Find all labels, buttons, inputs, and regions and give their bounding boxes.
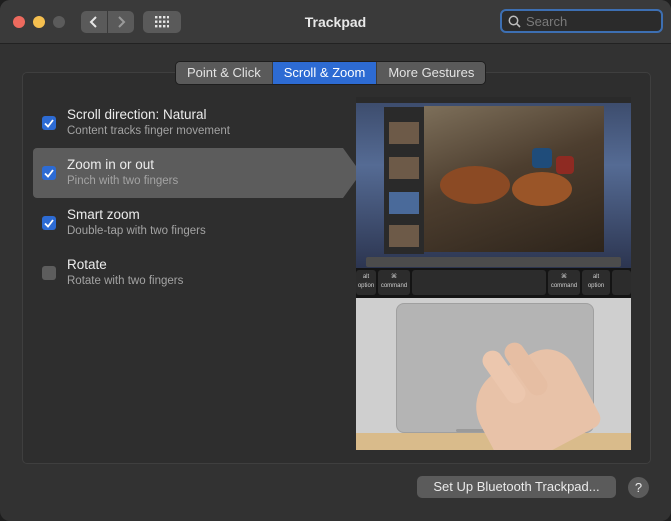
zoom-checkbox[interactable]	[42, 166, 56, 180]
key-top: alt	[592, 274, 600, 280]
option-title: Rotate	[67, 257, 107, 272]
option-title: Scroll direction: Natural	[67, 107, 207, 122]
setup-bluetooth-trackpad-button[interactable]: Set Up Bluetooth Trackpad...	[417, 476, 616, 498]
cup-shape	[556, 156, 574, 174]
option-subtitle: Content tracks finger movement	[67, 125, 230, 137]
option-subtitle: Pinch with two fingers	[67, 175, 179, 187]
preview-menubar	[356, 97, 631, 103]
key-top: ⌘	[391, 274, 397, 280]
cup-shape	[532, 148, 552, 168]
preview-photo	[424, 106, 604, 252]
tab-more-gestures[interactable]: More Gestures	[377, 62, 486, 84]
key-space	[412, 270, 546, 295]
preview-screen	[356, 97, 631, 268]
search-field[interactable]	[500, 9, 663, 33]
tab-point-click[interactable]: Point & Click	[176, 62, 273, 84]
key-command: ⌘ command	[548, 270, 580, 295]
key-command: ⌘ command	[378, 270, 410, 295]
key-bottom: option	[357, 283, 375, 289]
help-button[interactable]: ?	[628, 477, 649, 498]
preview-thumbnail	[389, 192, 419, 214]
bowl-shape	[512, 172, 572, 206]
key-option: alt option	[356, 270, 376, 295]
key-arrow	[612, 270, 631, 295]
preferences-window: Trackpad Point & Click Scroll & Zoom Mor…	[0, 0, 671, 521]
key-top: alt	[362, 274, 370, 280]
scroll-direction-checkbox[interactable]	[42, 116, 56, 130]
bowl-shape	[440, 166, 510, 204]
checkmark-icon	[44, 168, 54, 178]
option-zoom[interactable]: Zoom in or out Pinch with two fingers	[33, 148, 361, 198]
key-option: alt option	[582, 270, 610, 295]
key-bottom: option	[587, 283, 605, 289]
preview-dock	[366, 257, 621, 267]
search-icon	[508, 15, 521, 28]
checkmark-icon	[44, 118, 54, 128]
tab-bar: Point & Click Scroll & Zoom More Gesture…	[175, 61, 487, 85]
key-top: ⌘	[561, 274, 567, 280]
title-bar: Trackpad	[0, 0, 671, 44]
option-title: Smart zoom	[67, 207, 140, 222]
checkmark-icon	[44, 218, 54, 228]
key-bottom: command	[550, 283, 578, 289]
preview-thumbnail	[389, 157, 419, 179]
preview-sidebar	[384, 107, 424, 254]
gesture-preview: alt option ⌘ command ⌘ command alt option	[356, 97, 631, 450]
preview-thumbnail	[389, 225, 419, 247]
option-title: Zoom in or out	[67, 157, 155, 172]
option-smart-zoom[interactable]: Smart zoom Double-tap with two fingers	[33, 198, 343, 248]
option-scroll-direction[interactable]: Scroll direction: Natural Content tracks…	[33, 98, 343, 148]
option-rotate[interactable]: Rotate Rotate with two fingers	[33, 248, 343, 298]
key-bottom: command	[380, 283, 408, 289]
tab-scroll-zoom[interactable]: Scroll & Zoom	[272, 62, 378, 84]
preview-keyboard: alt option ⌘ command ⌘ command alt option	[356, 268, 631, 298]
search-input[interactable]	[524, 12, 658, 30]
rotate-checkbox[interactable]	[42, 266, 56, 280]
option-subtitle: Double-tap with two fingers	[67, 225, 206, 237]
preview-thumbnail	[389, 122, 419, 144]
smart-zoom-checkbox[interactable]	[42, 216, 56, 230]
option-subtitle: Rotate with two fingers	[67, 275, 184, 287]
